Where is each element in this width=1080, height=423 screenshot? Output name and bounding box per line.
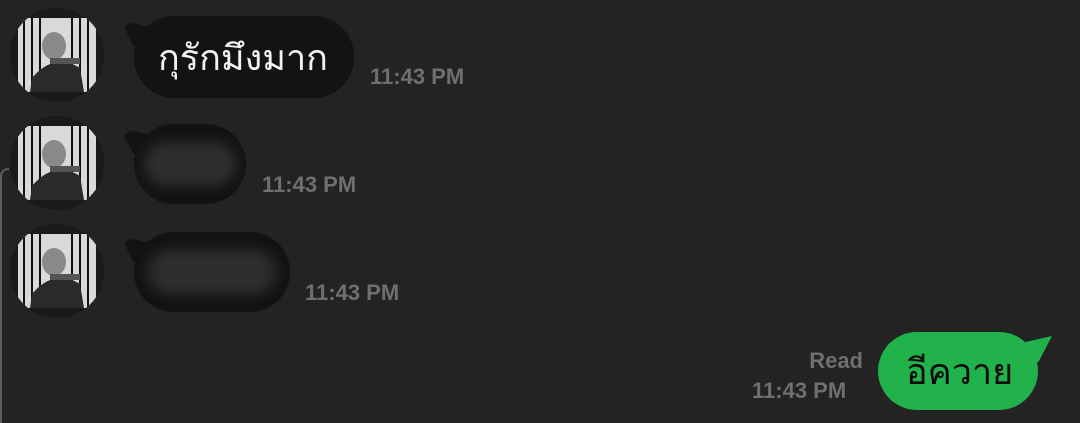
avatar-photo-icon — [10, 8, 104, 102]
incoming-message-bubble-redacted[interactable] — [134, 232, 290, 312]
message-text: กุรักมึงมาก — [158, 37, 328, 78]
sender-avatar[interactable] — [10, 116, 104, 210]
message-timestamp: 11:43 PM — [305, 280, 400, 305]
incoming-message-bubble[interactable]: กุรักมึงมาก — [134, 16, 354, 98]
message-timestamp: 11:43 PM — [752, 378, 847, 403]
outgoing-message-bubble[interactable]: อีควาย — [878, 332, 1038, 410]
message-timestamp: 11:43 PM — [262, 172, 357, 197]
message-text: อีควาย — [906, 351, 1014, 392]
avatar-photo-icon — [10, 224, 104, 318]
sender-avatar[interactable] — [10, 224, 104, 318]
read-receipt: Read — [809, 348, 863, 373]
incoming-message-bubble-redacted[interactable] — [134, 124, 246, 204]
chat-thread: กุรักมึงมาก 11:43 PM 11:43 PM 11:43 PM R… — [0, 0, 1080, 423]
panel-edge-divider — [0, 168, 9, 423]
redacted-text-blur — [148, 250, 276, 294]
avatar-photo-icon — [10, 116, 104, 210]
sender-avatar[interactable] — [10, 8, 104, 102]
redacted-text-blur — [144, 142, 236, 186]
message-timestamp: 11:43 PM — [370, 64, 465, 89]
